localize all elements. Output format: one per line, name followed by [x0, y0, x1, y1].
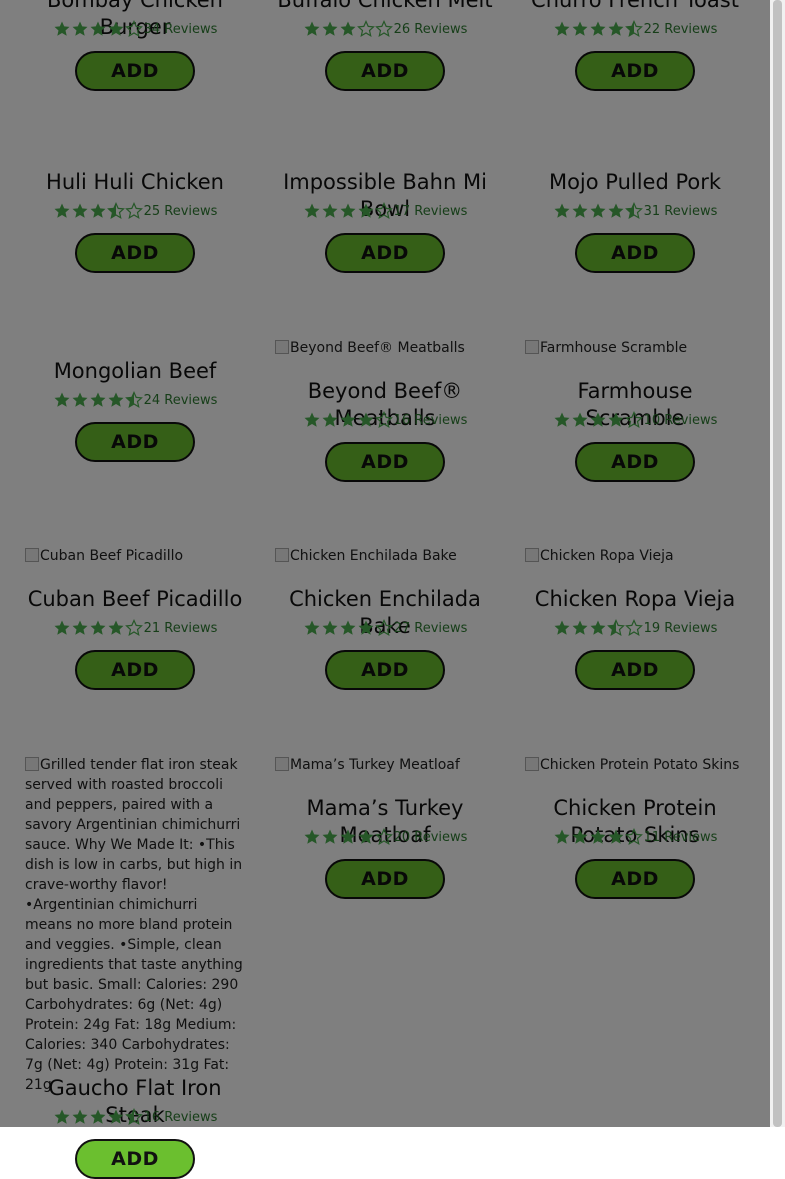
add-to-cart-button[interactable]: ADD	[75, 1139, 195, 1179]
modal-backdrop-overlay[interactable]	[0, 0, 770, 1127]
scrollbar-thumb[interactable]	[773, 0, 782, 1127]
